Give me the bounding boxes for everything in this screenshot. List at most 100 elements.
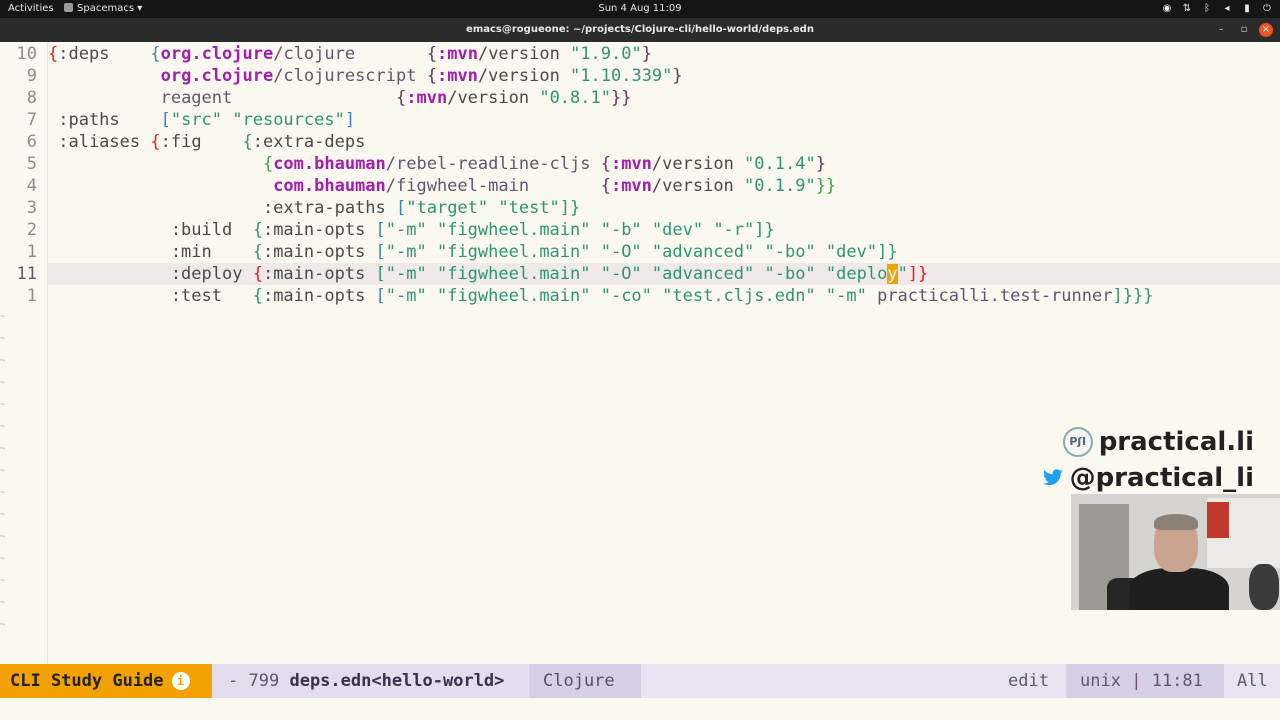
token: :main-opts: [262, 286, 376, 306]
token: ]}: [907, 264, 929, 284]
line-number: 4: [26, 176, 37, 196]
token: /version: [477, 66, 571, 86]
code-line[interactable]: {com.bhauman/rebel-readline-cljs {:mvn/v…: [48, 153, 826, 175]
token: :deps: [58, 44, 110, 64]
activities-button[interactable]: Activities: [8, 3, 54, 14]
perspective-indicator[interactable]: CLI Study Guide i: [0, 664, 212, 698]
network-icon[interactable]: ⇅: [1182, 3, 1192, 14]
code-line[interactable]: :paths ["src" "resources"]: [48, 109, 355, 131]
line-number: 2: [26, 220, 37, 240]
twitter-bird-icon: [1042, 469, 1063, 486]
buffer-name[interactable]: deps.edn<hello-world>: [289, 671, 504, 691]
token: org.clojure: [160, 44, 274, 64]
volume-icon[interactable]: ◂: [1222, 3, 1232, 14]
brand-site: practical.li: [1098, 427, 1254, 457]
code-line[interactable]: com.bhauman/figwheel-main {:mvn/version …: [48, 175, 836, 197]
eol-style: unix: [1080, 671, 1121, 691]
token: reagent: [160, 88, 396, 108]
minimize-button[interactable]: –: [1214, 23, 1228, 37]
token: :mvn: [610, 176, 652, 196]
brand-handle: @practical_li: [1069, 463, 1254, 493]
screen-record-icon[interactable]: ◉: [1162, 3, 1172, 14]
bluetooth-icon[interactable]: ᛒ: [1202, 3, 1212, 14]
token: :build: [48, 220, 253, 240]
close-button[interactable]: ×: [1259, 23, 1273, 37]
info-icon[interactable]: i: [171, 672, 190, 690]
clock[interactable]: Sun 4 Aug 11:09: [598, 3, 681, 14]
scroll-position: All: [1237, 671, 1268, 691]
empty-line-indicator: ~: [0, 532, 6, 542]
token: :paths: [48, 110, 161, 130]
token: :mvn: [406, 88, 448, 108]
token: /clojurescript: [273, 66, 427, 86]
mode-line: CLI Study Guide i - 799 deps.edn<hello-wo…: [0, 664, 1280, 698]
token: {: [262, 154, 274, 174]
code-line[interactable]: :min {:main-opts ["-m" "figwheel.main" "…: [48, 241, 898, 263]
token: /version: [651, 176, 745, 196]
current-line-number: 11: [16, 264, 37, 284]
token: [: [375, 220, 386, 240]
app-menu[interactable]: Spacemacs ▾: [64, 3, 142, 14]
empty-line-indicator: ~: [0, 554, 6, 564]
token: {: [252, 264, 263, 284]
battery-icon[interactable]: ▮: [1242, 3, 1252, 14]
code-line[interactable]: :aliases {:fig {:extra-deps: [48, 131, 365, 153]
token: ]}: [559, 198, 581, 218]
token: }}: [815, 176, 837, 196]
token: :min: [48, 242, 253, 262]
token: :mvn: [437, 44, 478, 64]
system-tray[interactable]: ◉ ⇅ ᛒ ◂ ▮ ⏻: [1162, 3, 1272, 14]
token: {: [48, 44, 59, 64]
line-number-gutter: 10 9 8 7 6 5 4 3 2 1 11 1 ~ ~ ~ ~ ~ ~ ~ …: [0, 42, 48, 664]
token: /figwheel-main: [385, 176, 601, 196]
token: {: [201, 132, 253, 152]
empty-line-indicator: ~: [0, 576, 6, 586]
token: "-m" "figwheel.main" "-co" "test.cljs.ed…: [385, 286, 878, 306]
code-line[interactable]: {:deps {org.clojure/clojure {:mvn/versio…: [48, 43, 652, 65]
code-line[interactable]: :build {:main-opts ["-m" "figwheel.main"…: [48, 219, 775, 241]
token: ]}: [877, 242, 898, 262]
code-line[interactable]: :extra-paths ["target" "test"]}: [48, 197, 580, 219]
token: [: [375, 242, 386, 262]
buffer-info: - 799 deps.edn<hello-world>: [212, 664, 529, 698]
token: ]}: [754, 220, 775, 240]
code-line[interactable]: :test {:main-opts ["-m" "figwheel.main" …: [48, 285, 1154, 307]
token: :mvn: [436, 66, 478, 86]
code-line[interactable]: reagent {:mvn/version "0.8.1"}}: [48, 87, 632, 109]
webcam-red-object: [1207, 502, 1229, 538]
token: :test: [48, 286, 253, 306]
line-number: 1: [26, 242, 37, 262]
maximize-button[interactable]: ▫: [1237, 23, 1251, 37]
token: "0.8.1": [539, 88, 611, 108]
token: "1.10.339": [570, 66, 673, 86]
token: :extra-paths: [262, 198, 396, 218]
current-code-line[interactable]: :deploy {:main-opts ["-m" "figwheel.main…: [48, 263, 1280, 285]
token: :deploy: [48, 264, 253, 284]
webcam-microphone: [1249, 564, 1279, 610]
gnome-top-bar: Activities Spacemacs ▾ Sun 4 Aug 11:09 ◉…: [0, 0, 1280, 18]
separator: |: [1131, 671, 1142, 691]
empty-line-indicator: ~: [0, 356, 6, 366]
token: {: [426, 66, 437, 86]
token: :main-opts: [262, 242, 376, 262]
major-mode[interactable]: Clojure: [529, 664, 641, 698]
empty-line-indicator: ~: [0, 334, 6, 344]
token: /clojure: [273, 44, 427, 64]
text-cursor: y: [887, 264, 898, 284]
empty-line-indicator: ~: [0, 488, 6, 498]
empty-line-indicator: ~: [0, 378, 6, 388]
practicalli-logo-icon: PʃI: [1062, 427, 1093, 457]
power-icon[interactable]: ⏻: [1262, 3, 1272, 14]
code-line[interactable]: org.clojure/clojurescript {:mvn/version …: [48, 65, 683, 87]
empty-line-indicator: ~: [0, 598, 6, 608]
token: "0.1.9": [744, 176, 816, 196]
brand-site-row: PʃI practical.li: [1042, 424, 1254, 460]
token: {: [600, 176, 611, 196]
token: [: [375, 264, 386, 284]
token: [: [160, 110, 171, 130]
cursor-position: unix | 11:81: [1066, 664, 1224, 698]
token: "-m" "figwheel.main" "-b" "dev" "-r": [385, 220, 755, 240]
minibuffer[interactable]: [0, 698, 1280, 720]
window-titlebar[interactable]: emacs@rogueone: ~/projects/Clojure-cli/h…: [0, 18, 1280, 42]
